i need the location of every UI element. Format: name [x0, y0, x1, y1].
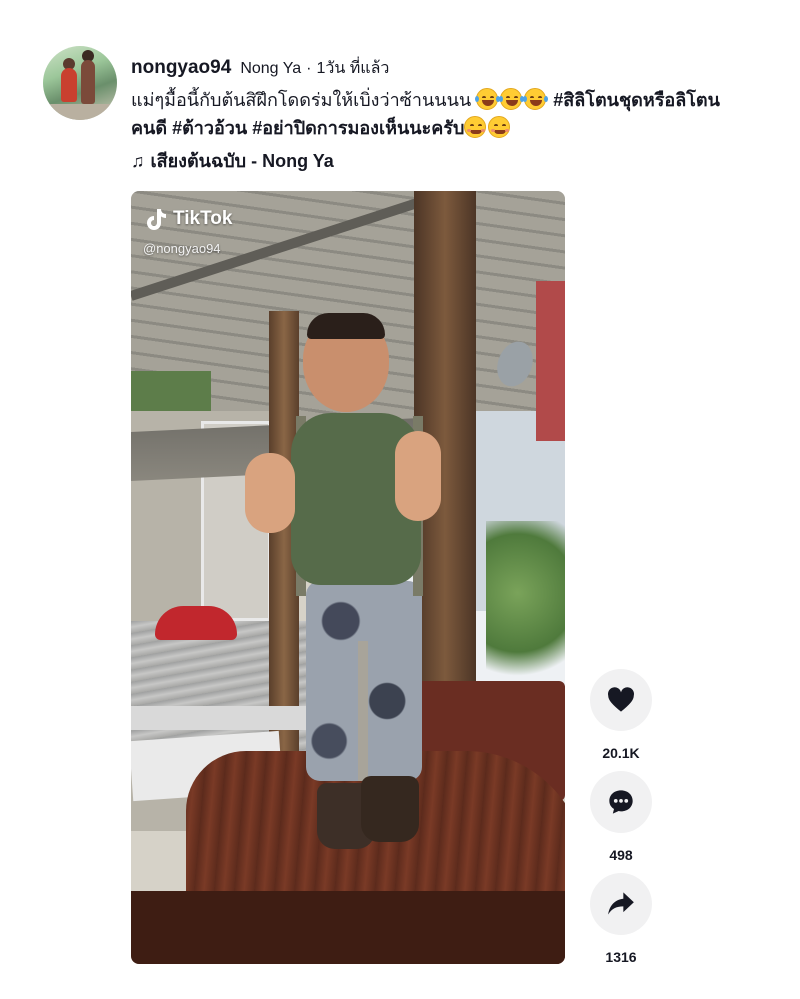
- post-time: 1วัน ที่แล้ว: [316, 60, 390, 77]
- smiling-face-with-smiling-eyes-icon: [488, 116, 511, 138]
- hashtag-link-cont[interactable]: คนดี: [131, 118, 167, 138]
- post-header: nongyao94 Nong Ya · 1วัน ที่แล้ว: [131, 56, 389, 80]
- comment-icon: [609, 790, 633, 814]
- like-action: 20.1K: [590, 669, 652, 761]
- comment-action: 498: [590, 771, 652, 863]
- post-caption: แม่ๆมื้อนี้กับต้นสิฝึกโดดร่มให้เบิ่งว่าซ…: [131, 86, 791, 142]
- post-avatar[interactable]: [43, 46, 117, 120]
- face-with-tears-of-joy-icon: [523, 88, 549, 110]
- heart-icon: [608, 687, 634, 712]
- comment-count: 498: [609, 847, 633, 863]
- face-with-tears-of-joy-icon: [475, 88, 501, 110]
- hashtag-link[interactable]: #อย่าปิดการมองเห็นนะครับ: [252, 118, 464, 138]
- face-with-tears-of-joy-icon: [499, 88, 525, 110]
- tiktok-logo-icon: [147, 209, 166, 230]
- share-count: 1316: [605, 949, 637, 965]
- watermark-handle: @nongyao94: [143, 241, 221, 256]
- tiktok-brand: TikTok: [173, 208, 233, 229]
- smiling-face-with-smiling-eyes-icon: [464, 116, 487, 138]
- hashtag-link[interactable]: #ต้าวอ้วน: [172, 118, 247, 138]
- tiktok-watermark: TikTok: [145, 207, 232, 231]
- share-button[interactable]: [590, 873, 652, 935]
- music-note-icon: ♫: [131, 151, 145, 171]
- like-button[interactable]: [590, 669, 652, 731]
- header-separator: ·: [306, 60, 312, 77]
- music-title[interactable]: เสียงต้นฉบับ - Nong Ya: [151, 151, 334, 171]
- author-nickname[interactable]: Nong Ya: [240, 60, 301, 77]
- hashtag-link[interactable]: #สิลิโตนชุดหรือลิโตน: [553, 90, 720, 110]
- share-action: 1316: [590, 873, 652, 965]
- video-player[interactable]: TikTok @nongyao94: [131, 191, 565, 964]
- like-count: 20.1K: [602, 745, 640, 761]
- caption-text: แม่ๆมื้อนี้กับต้นสิฝึกโดดร่มให้เบิ่งว่าซ…: [131, 90, 472, 110]
- comment-button[interactable]: [590, 771, 652, 833]
- share-icon: [608, 892, 634, 915]
- author-username[interactable]: nongyao94: [131, 57, 231, 78]
- music-link[interactable]: ♫ เสียงต้นฉบับ - Nong Ya: [131, 149, 334, 173]
